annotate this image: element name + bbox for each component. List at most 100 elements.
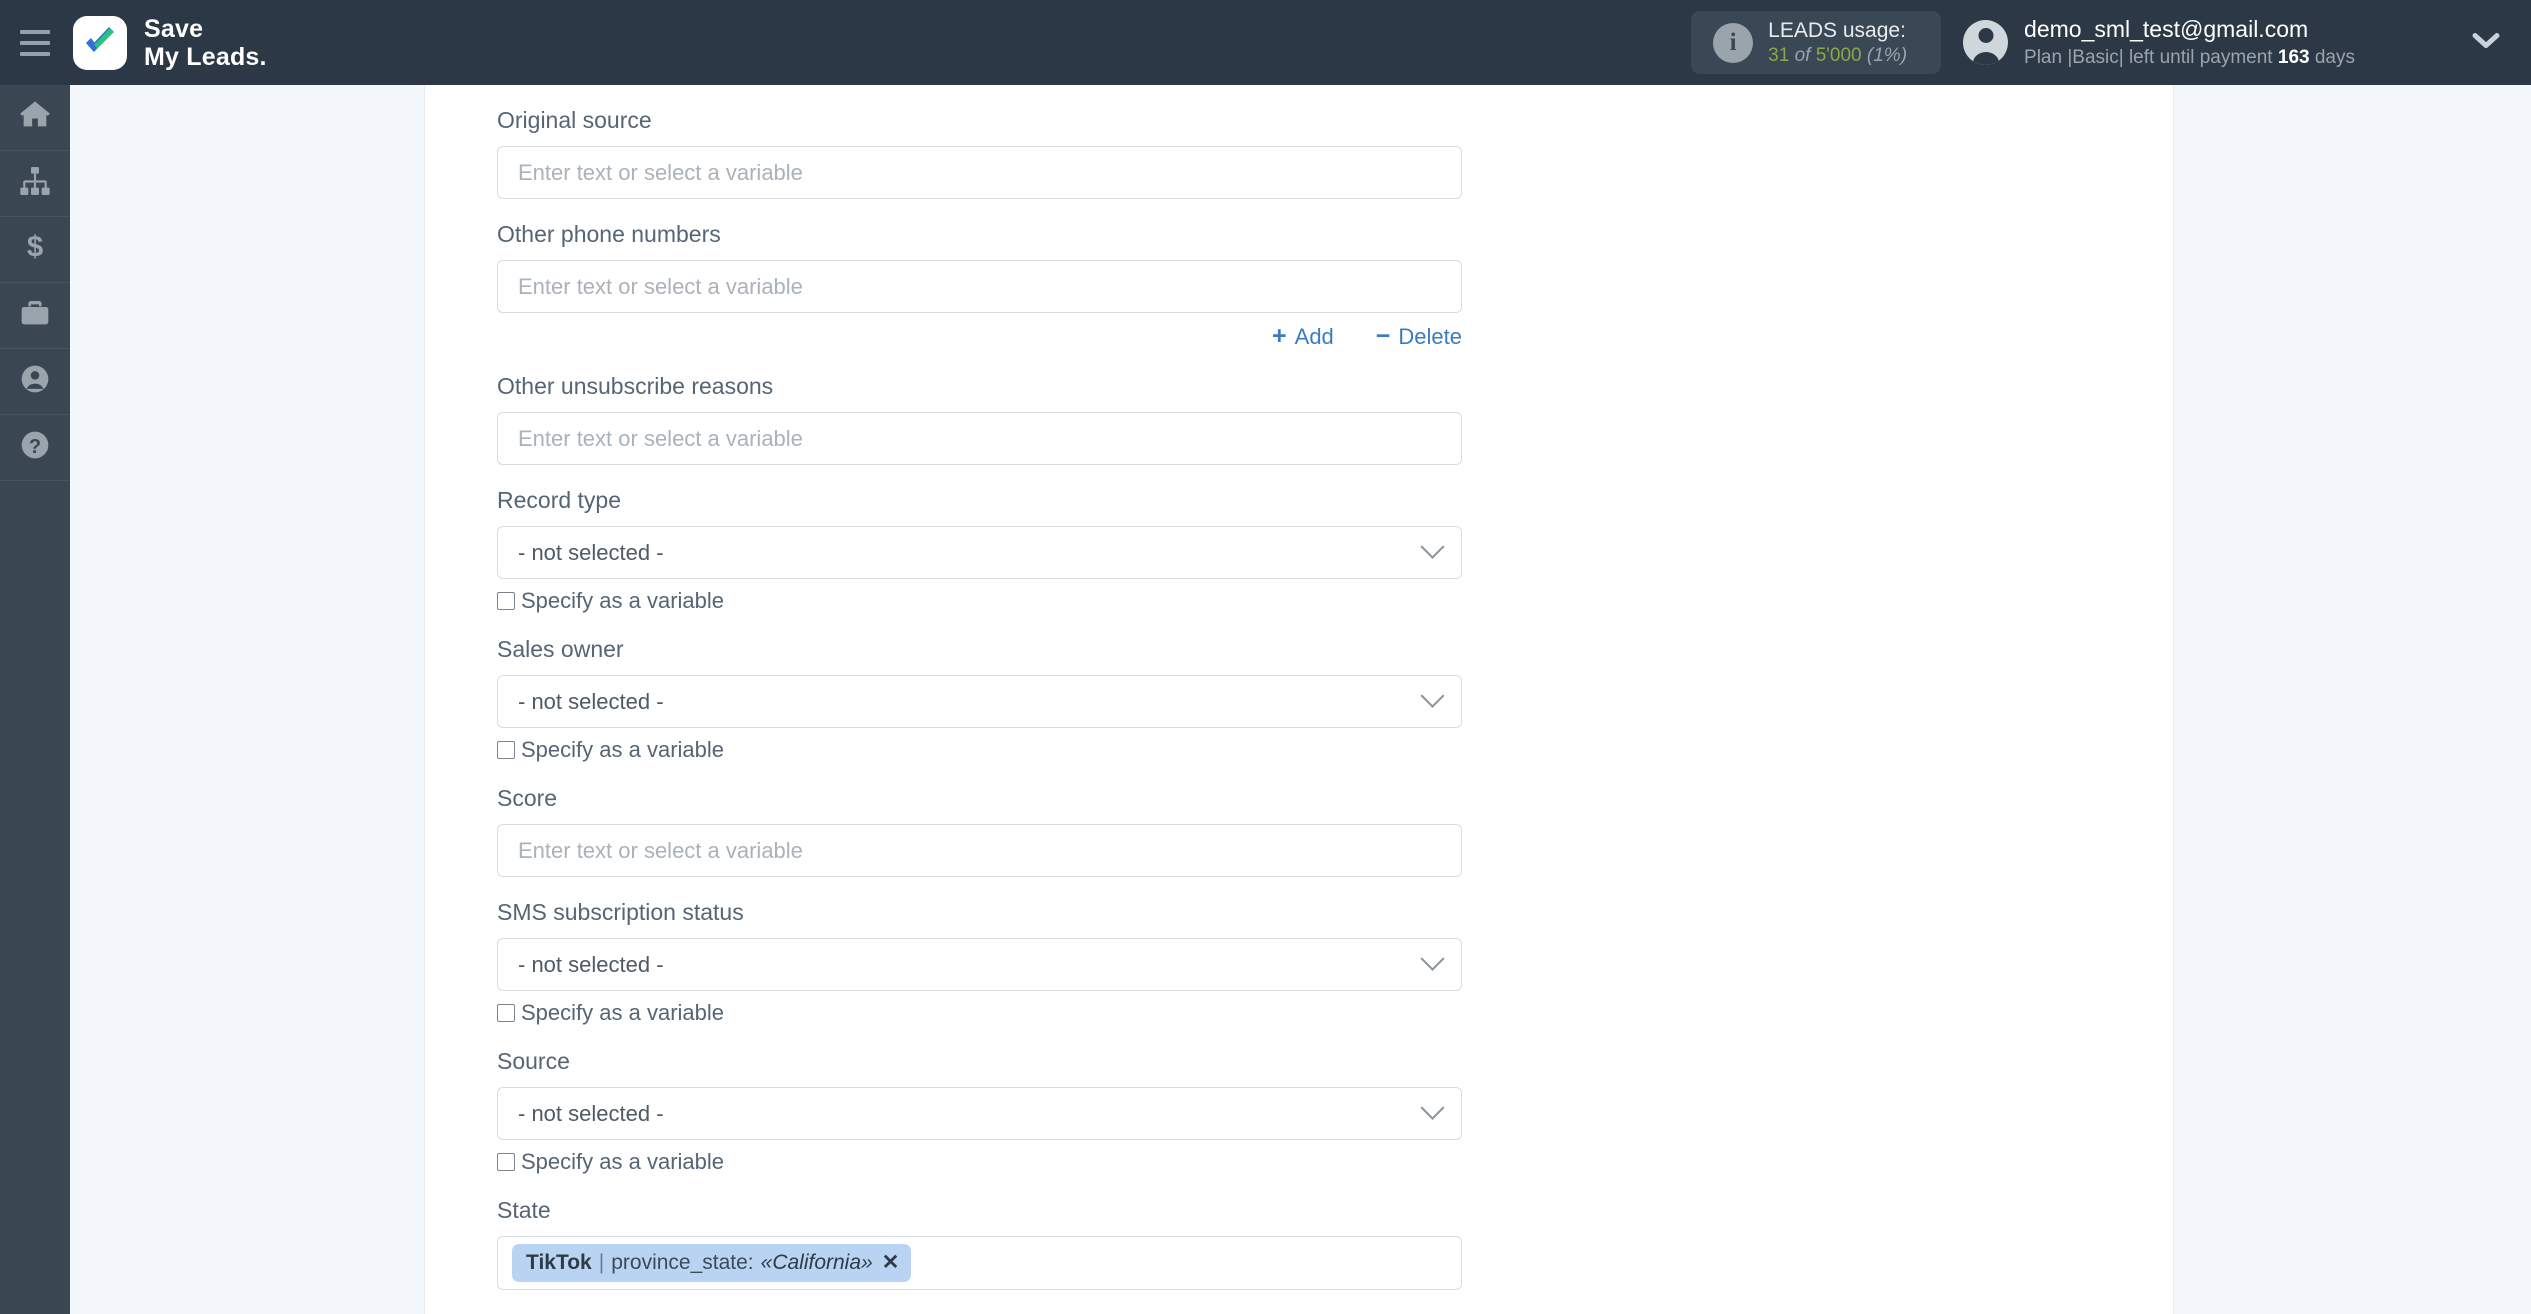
hamburger-bar <box>20 51 50 56</box>
chevron-down-icon <box>1420 534 1445 559</box>
delete-row-button[interactable]: − Delete <box>1376 322 1462 351</box>
connections-icon <box>19 165 51 202</box>
checkbox-label: Specify as a variable <box>521 737 724 762</box>
top-header: Save My Leads. i LEADS usage: 31 of 5'00… <box>0 0 2531 85</box>
tag-source: TikTok <box>526 1251 592 1274</box>
form-field: Source - not selected - Specify as a varia… <box>497 1026 2173 1175</box>
svg-text:?: ? <box>29 436 41 458</box>
usage-total: 5'000 <box>1815 44 1862 66</box>
checkbox-label: Specify as a variable <box>521 1149 724 1174</box>
form-field: Sales owner - not selected - Specify as a … <box>497 614 2173 763</box>
sidebar-item-help[interactable]: ? <box>0 415 70 481</box>
tag-key: province_state: <box>611 1251 754 1274</box>
field-label: Record type <box>497 487 622 513</box>
content-panel: Original source Enter text or select a va… <box>424 85 2174 1314</box>
sidebar-item-billing[interactable]: $ <box>0 217 70 283</box>
plan-days: 163 <box>2277 47 2310 69</box>
close-icon[interactable]: ✕ <box>882 1250 900 1275</box>
field-label: Sales owner <box>497 636 624 662</box>
form-field: Record type - not selected - Specify as a … <box>497 465 2173 614</box>
user-avatar-icon <box>1963 20 2009 65</box>
account-plan-info: Plan |Basic| left until payment 163 days <box>2024 45 2355 71</box>
text-input[interactable]: Enter text or select a variable <box>497 146 1462 199</box>
brand-logo-link[interactable]: Save My Leads. <box>73 15 267 71</box>
hamburger-menu-icon[interactable] <box>0 0 70 85</box>
variable-tag-input[interactable]: TikTok | province_state: «California» ✕ <box>497 1236 1462 1290</box>
home-icon <box>18 98 52 137</box>
left-sidebar: $ ? <box>0 85 70 1314</box>
account-email: demo_sml_test@gmail.com <box>2024 16 2309 43</box>
usage-text-group: LEADS usage: 31 of 5'000 (1%) <box>1768 17 1907 69</box>
add-row-button[interactable]: + Add <box>1272 322 1334 351</box>
input-placeholder: Enter text or select a variable <box>518 837 803 863</box>
select-dropdown[interactable]: - not selected - <box>497 1087 1462 1140</box>
account-menu[interactable]: demo_sml_test@gmail.com Plan |Basic| lef… <box>1963 14 2355 71</box>
add-delete-row: + Add − Delete <box>497 313 1462 351</box>
tag-value: «California» <box>760 1251 873 1274</box>
form-field: State TikTok | province_state: «California» ✕ <box>497 1175 2173 1290</box>
add-row-button-label: Add <box>1294 323 1334 349</box>
mapping-form: Original source Enter text or select a va… <box>497 85 2173 1290</box>
select-value: - not selected - <box>518 688 664 714</box>
hamburger-bar <box>20 29 50 34</box>
select-value: - not selected - <box>518 1100 664 1126</box>
brand-line-2: My Leads. <box>144 42 267 71</box>
specify-as-variable-checkbox[interactable]: Specify as a variable <box>497 579 2173 614</box>
chevron-down-icon[interactable] <box>2471 30 2501 55</box>
text-input[interactable]: Enter text or select a variable <box>497 260 1462 313</box>
sidebar-item-connections[interactable] <box>0 151 70 217</box>
field-label: State <box>497 1197 551 1223</box>
help-icon: ? <box>19 429 51 466</box>
svg-text:$: $ <box>27 231 43 263</box>
usage-title: LEADS usage: <box>1768 18 1906 42</box>
info-icon: i <box>1713 22 1754 63</box>
sidebar-item-business[interactable] <box>0 283 70 349</box>
field-label: Original source <box>497 107 652 133</box>
form-field: Score Enter text or select a variable <box>497 763 2173 877</box>
delete-row-button-label: Delete <box>1398 323 1462 349</box>
specify-as-variable-checkbox[interactable]: Specify as a variable <box>497 1140 2173 1175</box>
field-label: Other unsubscribe reasons <box>497 373 774 399</box>
input-placeholder: Enter text or select a variable <box>518 273 803 299</box>
dollar-icon: $ <box>19 230 51 268</box>
select-dropdown[interactable]: - not selected - <box>497 675 1462 728</box>
text-input[interactable]: Enter text or select a variable <box>497 412 1462 465</box>
chevron-down-icon <box>1420 1095 1445 1120</box>
chevron-down-icon <box>1420 946 1445 971</box>
leads-usage-badge[interactable]: i LEADS usage: 31 of 5'000 (1%) <box>1691 11 1942 74</box>
checkbox-box[interactable] <box>497 592 515 610</box>
specify-as-variable-checkbox[interactable]: Specify as a variable <box>497 728 2173 763</box>
select-value: - not selected - <box>518 539 664 565</box>
form-field: Original source Enter text or select a va… <box>497 85 2173 199</box>
tag-separator: | <box>598 1251 605 1274</box>
checkbox-box[interactable] <box>497 1153 515 1171</box>
input-placeholder: Enter text or select a variable <box>518 159 803 185</box>
form-field: SMS subscription status - not selected - S… <box>497 877 2173 1026</box>
plan-prefix: Plan |Basic| left until payment <box>2024 47 2273 69</box>
field-label: SMS subscription status <box>497 899 744 925</box>
chevron-down-icon <box>1420 683 1445 708</box>
select-dropdown[interactable]: - not selected - <box>497 526 1462 579</box>
brand-dot: . <box>259 42 267 71</box>
checkbox-label: Specify as a variable <box>521 588 724 613</box>
minus-icon: − <box>1375 322 1391 350</box>
brand-name: Save My Leads. <box>144 15 267 71</box>
field-label: Score <box>497 785 558 811</box>
checkbox-label: Specify as a variable <box>521 1000 724 1025</box>
sidebar-item-account[interactable] <box>0 349 70 415</box>
field-label: Other phone numbers <box>497 221 721 247</box>
field-label: Source <box>497 1048 570 1074</box>
usage-used: 31 <box>1768 44 1790 66</box>
select-dropdown[interactable]: - not selected - <box>497 938 1462 991</box>
text-input[interactable]: Enter text or select a variable <box>497 824 1462 877</box>
briefcase-icon <box>19 297 51 334</box>
account-text-group: demo_sml_test@gmail.com Plan |Basic| lef… <box>2024 14 2355 71</box>
usage-values: 31 of 5'000 (1%) <box>1768 44 1907 69</box>
input-placeholder: Enter text or select a variable <box>518 425 803 451</box>
checkbox-box[interactable] <box>497 1004 515 1022</box>
sidebar-item-home[interactable] <box>0 85 70 151</box>
brand-line-1: Save <box>144 14 204 43</box>
savemyleads-logo-icon <box>73 15 127 70</box>
checkbox-box[interactable] <box>497 741 515 759</box>
specify-as-variable-checkbox[interactable]: Specify as a variable <box>497 991 2173 1026</box>
